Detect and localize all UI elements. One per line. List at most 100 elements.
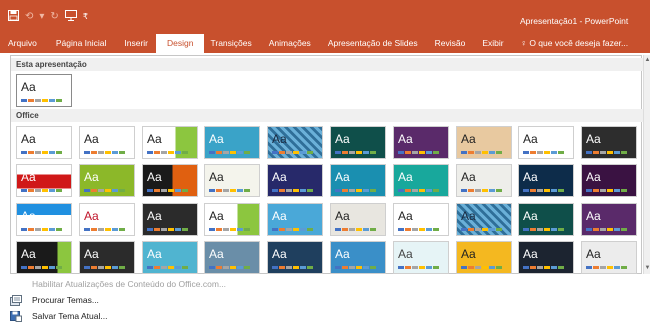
office-theme-thumbnail[interactable]: Aa: [142, 164, 198, 197]
office-theme-thumbnail[interactable]: Aa: [518, 126, 574, 159]
office-theme-thumbnail[interactable]: Aa: [16, 203, 72, 236]
office-theme-thumbnail[interactable]: Aa: [79, 164, 135, 197]
office-theme-thumbnail[interactable]: Aa: [456, 126, 512, 159]
scroll-up-icon[interactable]: ▲: [644, 57, 650, 64]
theme-color-swatches: [398, 151, 439, 154]
office-theme-thumbnail[interactable]: Aa: [393, 164, 449, 197]
customize-qat-icon[interactable]: ₹: [83, 12, 88, 21]
office-theme-thumbnail[interactable]: Aa: [16, 241, 72, 274]
office-theme-thumbnail[interactable]: Aa: [456, 241, 512, 274]
browse-themes-label: Procurar Temas...: [32, 295, 99, 305]
office-theme-thumbnail[interactable]: Aa: [330, 241, 386, 274]
theme-color-swatches: [586, 266, 627, 269]
office-theme-thumbnail[interactable]: Aa: [581, 164, 637, 197]
title-bar: ⟲ ▾ ↻ ₹ Apresentação1 - PowerPoint: [0, 0, 650, 33]
theme-color-swatches: [461, 189, 502, 192]
office-theme-thumbnail[interactable]: Aa: [393, 241, 449, 274]
tab-apresentacao-de-slides[interactable]: Apresentação de Slides: [328, 38, 418, 53]
theme-sample-text: Aa: [21, 209, 36, 223]
office-theme-thumbnail[interactable]: Aa: [267, 203, 323, 236]
current-theme-thumbnail[interactable]: Aa: [16, 74, 72, 107]
office-theme-thumbnail[interactable]: Aa: [204, 126, 260, 159]
theme-color-swatches: [84, 266, 125, 269]
window-title: Apresentação1 - PowerPoint: [520, 16, 629, 26]
theme-sample-text: Aa: [586, 247, 601, 261]
theme-sample-text: Aa: [21, 247, 36, 261]
office-theme-thumbnail[interactable]: Aa: [16, 126, 72, 159]
office-theme-thumbnail[interactable]: Aa: [518, 203, 574, 236]
theme-color-swatches: [523, 228, 564, 231]
tell-me-box[interactable]: ♀ O que você deseja fazer...: [521, 38, 629, 53]
theme-color-swatches: [84, 228, 125, 231]
save-theme-item[interactable]: Salvar Tema Atual...: [10, 308, 310, 324]
theme-color-swatches: [272, 266, 313, 269]
start-from-beginning-icon[interactable]: [64, 9, 77, 24]
theme-sample-text: Aa: [209, 209, 224, 223]
tab-design[interactable]: Design: [156, 34, 205, 53]
tab-revisao[interactable]: Revisão: [435, 38, 466, 53]
office-theme-thumbnail[interactable]: Aa: [330, 164, 386, 197]
tab-pagina-inicial[interactable]: Página Inicial: [56, 38, 107, 53]
office-theme-thumbnail[interactable]: Aa: [267, 241, 323, 274]
office-theme-thumbnail[interactable]: Aa: [393, 126, 449, 159]
dropdown-icon[interactable]: ▾: [39, 11, 44, 22]
theme-sample-text: Aa: [272, 132, 287, 146]
tab-animacoes[interactable]: Animações: [269, 38, 311, 53]
tab-arquivo[interactable]: Arquivo: [8, 38, 37, 53]
office-theme-thumbnail[interactable]: Aa: [79, 241, 135, 274]
office-theme-thumbnail[interactable]: Aa: [142, 126, 198, 159]
office-theme-thumbnail[interactable]: Aa: [79, 203, 135, 236]
office-theme-thumbnail[interactable]: Aa: [16, 164, 72, 197]
office-theme-thumbnail[interactable]: Aa: [79, 126, 135, 159]
redo-icon[interactable]: ↻: [50, 11, 58, 22]
save-icon[interactable]: [8, 9, 19, 24]
theme-sample-text: Aa: [84, 209, 99, 223]
office-theme-thumbnail[interactable]: Aa: [456, 164, 512, 197]
theme-color-swatches: [398, 189, 439, 192]
tab-inserir[interactable]: Inserir: [124, 38, 148, 53]
theme-sample-text: Aa: [21, 80, 36, 94]
ribbon-tabs: Arquivo Página Inicial Inserir Design Tr…: [0, 33, 650, 53]
tell-me-text: O que você deseja fazer...: [529, 38, 629, 48]
office-theme-thumbnail[interactable]: Aa: [142, 203, 198, 236]
theme-gallery: Esta apresentação Office Aa Aa Aa Aa Aa Aa Aa A…: [10, 55, 643, 274]
office-theme-thumbnail[interactable]: Aa: [330, 203, 386, 236]
theme-color-swatches: [272, 228, 313, 231]
theme-color-swatches: [209, 228, 250, 231]
tab-exibir[interactable]: Exibir: [482, 38, 503, 53]
office-theme-thumbnail[interactable]: Aa: [393, 203, 449, 236]
office-theme-thumbnail[interactable]: Aa: [204, 203, 260, 236]
office-theme-thumbnail[interactable]: Aa: [142, 241, 198, 274]
office-theme-thumbnail[interactable]: Aa: [267, 164, 323, 197]
theme-color-swatches: [21, 228, 62, 231]
theme-color-swatches: [398, 228, 439, 231]
office-theme-thumbnail[interactable]: Aa: [204, 241, 260, 274]
theme-sample-text: Aa: [586, 132, 601, 146]
theme-sample-text: Aa: [398, 170, 413, 184]
theme-sample-text: Aa: [335, 209, 350, 223]
gallery-scrollbar[interactable]: ▲ ▼: [643, 55, 650, 274]
quick-access-toolbar: ⟲ ▾ ↻ ₹: [0, 0, 88, 33]
undo-icon[interactable]: ⟲: [25, 11, 33, 22]
theme-color-swatches: [21, 266, 62, 269]
scroll-down-icon[interactable]: ▼: [644, 265, 650, 272]
theme-color-swatches: [84, 189, 125, 192]
theme-color-swatches: [523, 151, 564, 154]
tab-transicoes[interactable]: Transições: [210, 38, 251, 53]
office-theme-thumbnail[interactable]: Aa: [518, 241, 574, 274]
theme-color-swatches: [209, 189, 250, 192]
office-theme-thumbnail[interactable]: Aa: [581, 126, 637, 159]
theme-sample-text: Aa: [335, 132, 350, 146]
office-theme-thumbnail[interactable]: Aa: [204, 164, 260, 197]
office-theme-thumbnail[interactable]: Aa: [330, 126, 386, 159]
office-theme-thumbnail[interactable]: Aa: [581, 203, 637, 236]
office-theme-thumbnail[interactable]: Aa: [456, 203, 512, 236]
theme-sample-text: Aa: [84, 247, 99, 261]
office-theme-thumbnail[interactable]: Aa: [518, 164, 574, 197]
theme-color-swatches: [335, 189, 376, 192]
office-theme-thumbnail[interactable]: Aa: [267, 126, 323, 159]
office-theme-thumbnail[interactable]: Aa: [581, 241, 637, 274]
theme-color-swatches: [21, 151, 62, 154]
theme-color-swatches: [272, 189, 313, 192]
browse-themes-item[interactable]: Procurar Temas...: [10, 292, 310, 308]
